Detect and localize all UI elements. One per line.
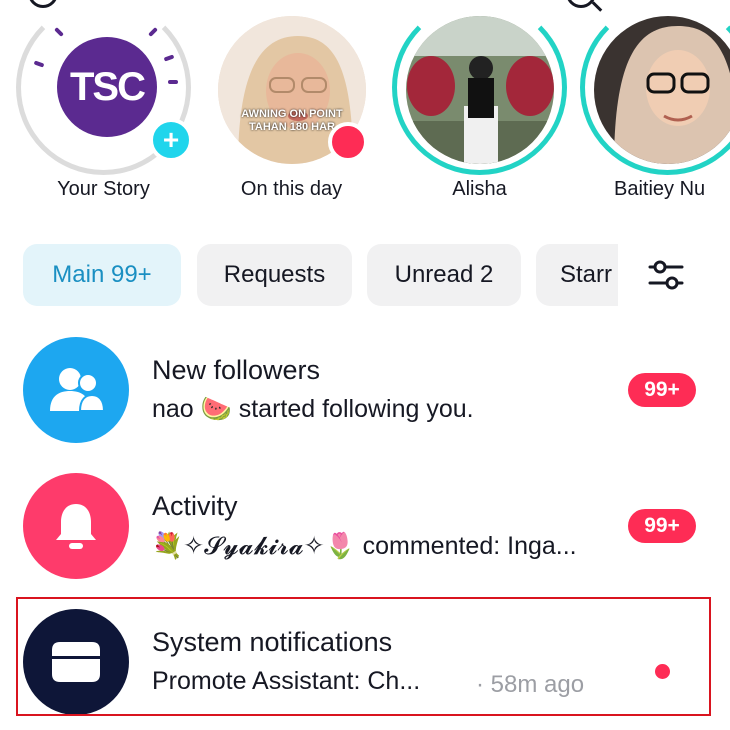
notification-subtitle: 💐✧𝓢𝔂𝓪𝓴𝓲𝓻𝓪✧🌷 commented: Inga... — [152, 532, 577, 560]
tsc-logo: TSC — [57, 37, 157, 137]
person-photo-icon — [406, 16, 554, 164]
logo-ray — [168, 80, 178, 84]
followers-icon — [23, 337, 129, 443]
tab-starred[interactable]: Starr — [536, 244, 618, 306]
new-story-dot — [328, 122, 368, 162]
bell-icon — [23, 473, 129, 579]
story-name: Your Story — [57, 178, 150, 200]
notification-title: New followers — [152, 355, 321, 385]
story-avatar — [406, 16, 554, 164]
story-name: Baitiey Nu — [614, 178, 706, 200]
story-name: Alisha — [452, 178, 507, 200]
sliders-icon[interactable] — [648, 258, 684, 292]
story-avatar — [594, 16, 730, 164]
tab-unread[interactable]: Unread 2 — [367, 244, 521, 306]
count-badge: 99+ — [628, 373, 696, 407]
story-name: On this day — [240, 178, 343, 200]
filter-tabs: Main 99+ Requests Unread 2 Starr — [0, 244, 730, 306]
notification-activity[interactable]: Activity 💐✧𝓢𝔂𝓪𝓴𝓲𝓻𝓪✧🌷 commented: Inga... … — [0, 473, 730, 583]
stories-row: TSC + Your Story AWNING ON POINT TAHAN 1… — [0, 0, 730, 215]
count-badge: 99+ — [628, 509, 696, 543]
notification-subtitle: nao 🍉 started following you. — [152, 395, 474, 423]
notification-new-followers[interactable]: New followers nao 🍉 started following yo… — [0, 337, 730, 447]
selection-highlight — [16, 597, 711, 716]
notification-title: Activity — [152, 491, 238, 521]
tab-main[interactable]: Main 99+ — [23, 244, 181, 306]
tab-requests[interactable]: Requests — [197, 244, 352, 306]
add-story-plus-icon[interactable]: + — [149, 118, 193, 162]
person-photo-icon — [594, 16, 730, 164]
